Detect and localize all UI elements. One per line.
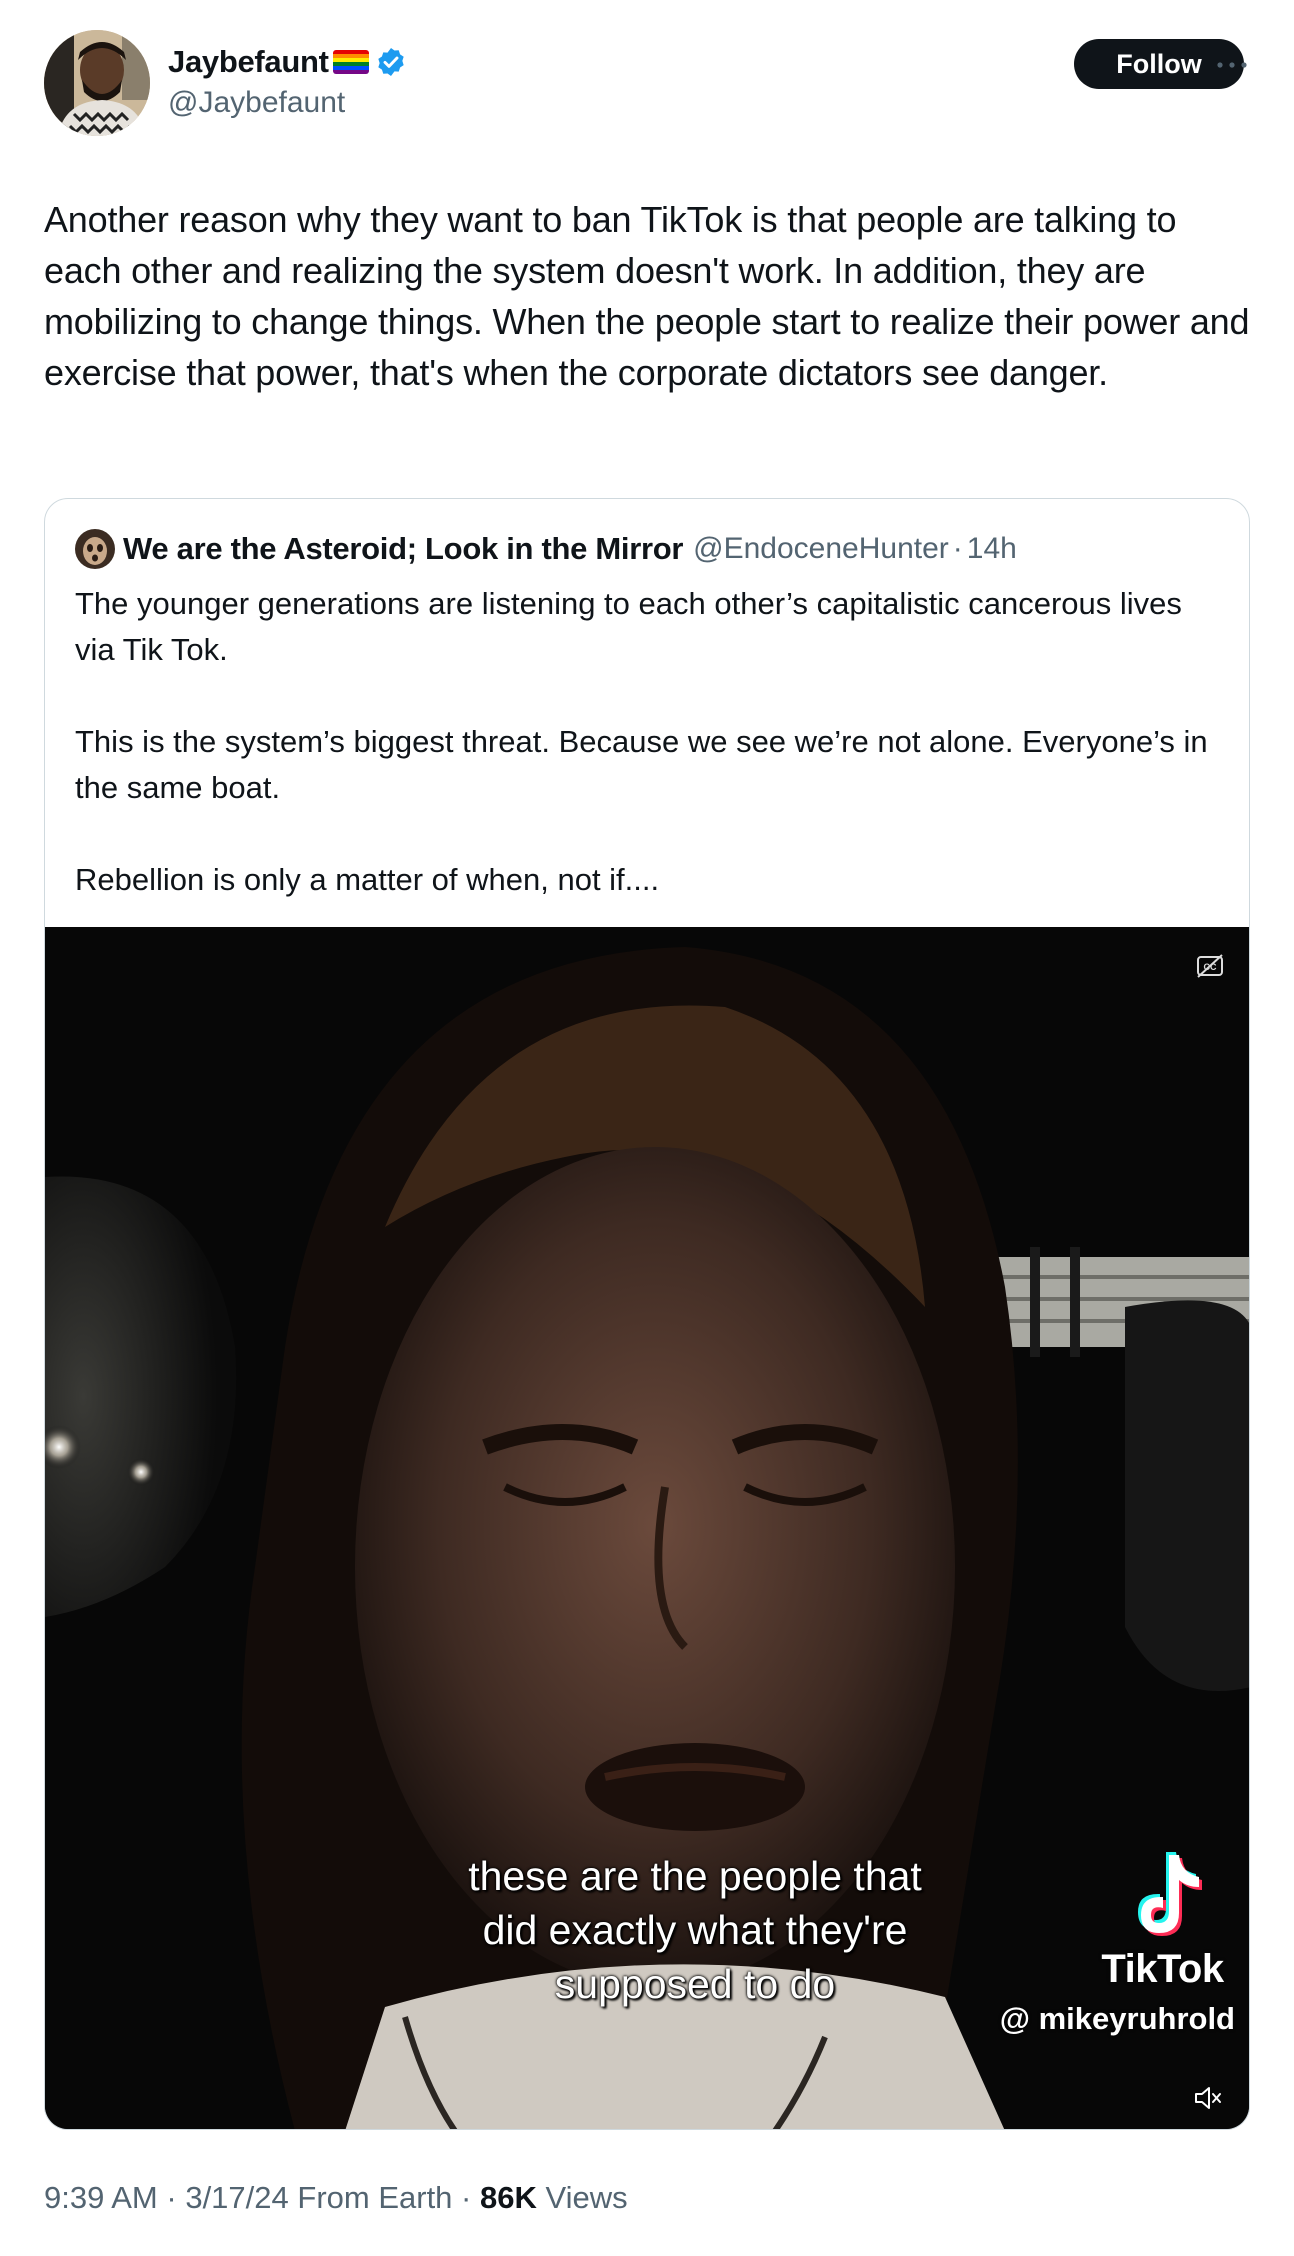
views-label: Views — [545, 2180, 628, 2215]
avatar-photo — [44, 30, 150, 136]
quoted-paragraph: This is the system’s biggest threat. Bec… — [75, 724, 1208, 805]
tweet-time[interactable]: 9:39 AM — [44, 2180, 158, 2215]
views-count: 86K — [480, 2180, 537, 2215]
separator-dot: · — [166, 2180, 177, 2215]
quoted-author-name[interactable]: We are the Asteroid; Look in the Mirror — [123, 531, 683, 567]
caption-line: these are the people that — [468, 1853, 922, 1899]
quoted-tweet[interactable]: We are the Asteroid; Look in the Mirror … — [44, 498, 1250, 2130]
tweet-header: Jaybefaunt @Jaybefaunt Follow — [44, 30, 1250, 140]
quoted-tweet-text: The younger generations are listening to… — [75, 581, 1225, 903]
caption-line: supposed to do — [554, 1961, 836, 2007]
quoted-author-avatar[interactable] — [75, 529, 115, 569]
author-name-row: Jaybefaunt — [168, 42, 407, 82]
quoted-paragraph: The younger generations are listening to… — [75, 586, 1182, 667]
separator-dot: · — [461, 2180, 472, 2215]
tiktok-watermark-user: @ mikeyruhrold — [999, 2001, 1235, 2036]
tweet-meta: 9:39 AM · 3/17/24 From Earth · 86K Views — [44, 2180, 628, 2216]
author-avatar[interactable] — [44, 30, 150, 136]
tweet-date[interactable]: 3/17/24 — [185, 2180, 288, 2215]
closed-captions-off-icon[interactable]: CC — [1195, 953, 1225, 979]
quoted-tweet-header: We are the Asteroid; Look in the Mirror … — [75, 529, 1017, 569]
video-player[interactable]: CC these are the people that did exactly… — [45, 927, 1249, 2129]
rainbow-flag-icon — [332, 50, 369, 74]
author-handle[interactable]: @Jaybefaunt — [168, 86, 345, 120]
quoted-paragraph: Rebellion is only a matter of when, not … — [75, 862, 660, 897]
tweet-text: Another reason why they want to ban TikT… — [44, 199, 1250, 393]
separator-dot: · — [952, 532, 963, 565]
tiktok-logo-icon — [1121, 1847, 1207, 1941]
verified-badge-icon[interactable] — [375, 46, 407, 78]
caption-line: did exactly what they're — [482, 1907, 908, 1953]
tiktok-watermark-brand: TikTok — [1101, 1947, 1224, 1991]
tweet-location: From Earth — [297, 2180, 453, 2215]
more-options-icon[interactable] — [1214, 50, 1250, 80]
video-caption: these are the people that did exactly wh… — [345, 1849, 1045, 2011]
quoted-author-handle[interactable]: @EndoceneHunter — [693, 532, 949, 566]
author-display-name[interactable]: Jaybefaunt — [168, 44, 329, 80]
quoted-tweet-time[interactable]: 14h — [967, 532, 1017, 566]
muted-speaker-icon[interactable] — [1193, 2085, 1223, 2111]
